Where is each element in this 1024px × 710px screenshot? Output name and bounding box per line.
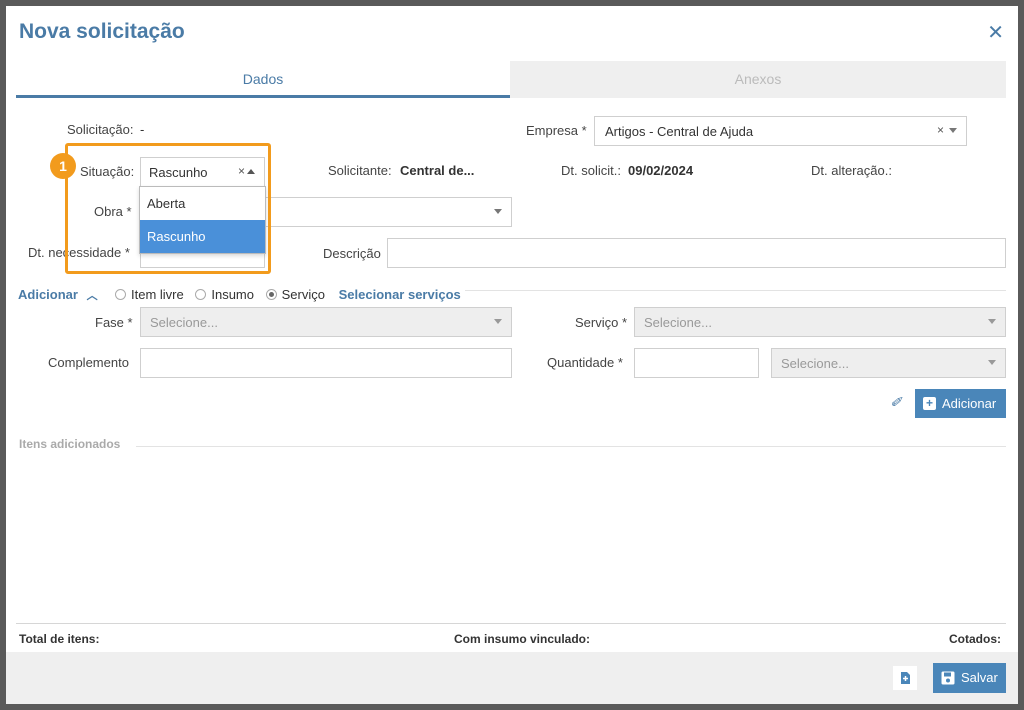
empresa-select[interactable]: Artigos - Central de Ajuda × [594, 116, 967, 146]
fase-label: Fase * [95, 315, 133, 330]
totals-divider [16, 623, 1006, 624]
unidade-placeholder: Selecione... [781, 356, 849, 371]
document-button[interactable] [893, 666, 917, 690]
com-insumo-label: Com insumo vinculado: [454, 632, 591, 646]
cotados-label: Cotados: [949, 632, 1001, 646]
obra-chevron-down-icon[interactable] [494, 209, 502, 214]
save-button[interactable]: Salvar [933, 663, 1006, 693]
solicitante-value: Central de... [400, 163, 475, 178]
total-itens-label: Total de itens: [19, 632, 100, 646]
adicionar-toggle-label: Adicionar [18, 287, 78, 302]
tab-dados-label: Dados [242, 71, 284, 87]
radio-insumo[interactable]: Insumo [195, 287, 254, 302]
annotation-highlight-box [65, 143, 271, 274]
descricao-label: Descrição [323, 246, 381, 261]
modal-title: Nova solicitação [19, 20, 185, 43]
servico-chevron-down-icon[interactable] [988, 319, 996, 324]
save-icon [941, 671, 955, 685]
eraser-icon[interactable]: ✐ [890, 394, 902, 411]
radio-item-livre[interactable]: Item livre [115, 287, 184, 302]
quantidade-label: Quantidade * [547, 355, 623, 370]
item-type-radios: Item livre Insumo Serviço Selecionar ser… [111, 287, 465, 302]
selecionar-servicos-link[interactable]: Selecionar serviços [339, 287, 461, 302]
tab-dados[interactable]: Dados [16, 61, 510, 98]
save-button-label: Salvar [961, 670, 998, 685]
tab-anexos[interactable]: Anexos [510, 61, 1006, 98]
items-divider [136, 446, 1006, 447]
solicitacao-label: Solicitação: [67, 122, 134, 137]
empresa-value: Artigos - Central de Ajuda [605, 124, 754, 139]
tab-anexos-label: Anexos [734, 71, 782, 87]
items-section-title: Itens adicionados [19, 437, 121, 451]
modal-footer [6, 652, 1018, 704]
add-item-button[interactable]: + Adicionar [915, 389, 1006, 418]
adicionar-toggle[interactable]: Adicionar ︿ [18, 287, 98, 303]
plus-icon: + [923, 397, 936, 410]
document-icon [901, 672, 910, 684]
solicitacao-value: - [140, 122, 145, 137]
radio-item-livre-label: Item livre [131, 287, 184, 302]
close-icon[interactable]: ✕ [987, 20, 1004, 45]
radio-insumo-label: Insumo [211, 287, 254, 302]
add-item-button-label: Adicionar [942, 396, 997, 411]
fase-select[interactable]: Selecione... [140, 307, 512, 337]
fase-placeholder: Selecione... [150, 315, 218, 330]
empresa-clear-icon[interactable]: × [937, 123, 944, 137]
servico-label: Serviço * [575, 315, 628, 330]
radio-servico-circle[interactable] [265, 289, 277, 300]
dt-solicit-value: 09/02/2024 [628, 163, 694, 178]
descricao-input[interactable] [387, 238, 1006, 268]
annotation-badge: 1 [50, 153, 76, 179]
servico-placeholder: Selecione... [644, 315, 712, 330]
chevron-up-icon: ︿ [86, 290, 98, 302]
radio-servico[interactable]: Serviço [265, 287, 325, 302]
unidade-chevron-down-icon[interactable] [988, 360, 996, 365]
unidade-select[interactable]: Selecione... [771, 348, 1006, 378]
modal-dialog: Nova solicitação ✕ Dados Anexos Solicita… [6, 6, 1018, 704]
empresa-label: Empresa * [526, 123, 587, 138]
radio-insumo-circle[interactable] [195, 289, 207, 300]
complemento-input[interactable] [140, 348, 512, 378]
complemento-label: Complemento [48, 355, 129, 370]
empresa-chevron-down-icon[interactable] [949, 128, 957, 133]
fase-chevron-down-icon[interactable] [494, 319, 502, 324]
radio-item-livre-circle[interactable] [115, 289, 126, 300]
quantidade-input[interactable] [634, 348, 759, 378]
radio-servico-label: Serviço [281, 287, 325, 302]
dt-solicit-label: Dt. solicit.: [561, 163, 621, 178]
dt-alteracao-label: Dt. alteração.: [811, 163, 892, 178]
solicitante-label: Solicitante: [328, 163, 392, 178]
servico-select[interactable]: Selecione... [634, 307, 1006, 337]
